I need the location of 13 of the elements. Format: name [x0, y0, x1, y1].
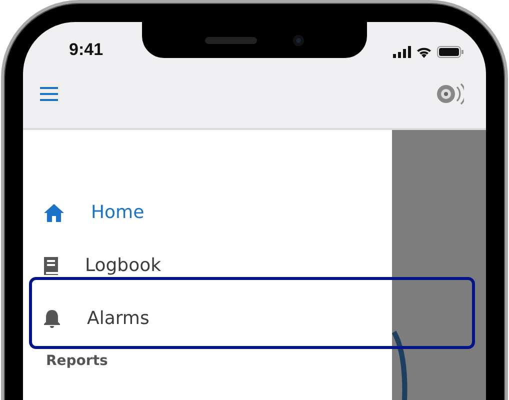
drawer-item[interactable]: Alarms	[87, 308, 150, 329]
wifi-icon	[416, 46, 432, 58]
sound-icon[interactable]	[436, 83, 464, 105]
status-time: 9:41	[69, 40, 104, 60]
drawer-item[interactable]: Logbook	[85, 255, 162, 276]
signal-icon	[393, 46, 411, 58]
section-heading: Reports	[45, 352, 109, 369]
home-icon	[43, 202, 65, 222]
book-icon	[43, 256, 59, 276]
drawer-item[interactable]: Home	[91, 202, 144, 223]
menu-icon[interactable]	[40, 87, 58, 101]
battery-icon	[437, 46, 464, 58]
bell-icon	[43, 308, 61, 328]
